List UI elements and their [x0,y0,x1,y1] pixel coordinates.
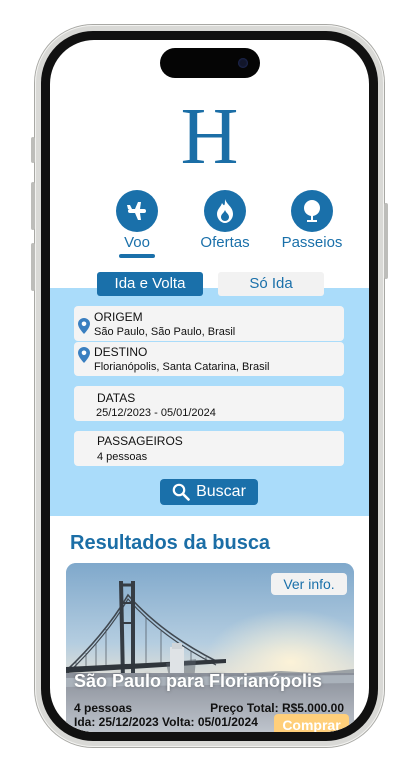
passengers-field[interactable]: PASSAGEIROS 4 pessoas [74,431,344,466]
nav-label-passeios: Passeios [281,234,343,251]
origin-label: ORIGEM [94,310,143,324]
result-dates: Ida: 25/12/2023 Volta: 05/01/2024 [74,715,258,729]
action-button [31,137,35,163]
dynamic-island [160,48,260,78]
nav-label-ofertas: Ofertas [200,234,250,251]
search-form: ORIGEM São Paulo, São Paulo, Brasil DEST… [50,288,369,516]
result-card[interactable]: Ver info. São Paulo para Florianópolis 4… [66,563,354,732]
category-nav: Voo Ofertas Passeios [50,190,369,270]
nav-label-voo: Voo [124,234,150,251]
dates-label: DATAS [97,391,136,405]
dates-value: 25/12/2023 - 05/01/2024 [96,407,216,419]
search-icon [172,483,190,501]
nav-item-passeios[interactable]: Passeios [272,190,352,251]
tree-icon [291,190,333,232]
result-card-title: São Paulo para Florianópolis [74,671,323,691]
nav-item-ofertas[interactable]: Ofertas [185,190,265,251]
phone-frame: H Voo Ofertas Passeios ORIGEM São Paulo,… [31,25,388,747]
round-trip-tab[interactable]: Ida e Volta [97,272,203,296]
location-pin-icon [78,318,90,334]
passengers-label: PASSAGEIROS [97,434,183,448]
volume-down-button [31,243,35,291]
one-way-tab[interactable]: Só Ida [218,272,324,296]
dates-field[interactable]: DATAS 25/12/2023 - 05/01/2024 [74,386,344,421]
result-passengers: 4 pessoas [74,701,133,715]
buy-button[interactable]: Comprar [274,714,349,732]
passengers-value: 4 pessoas [97,451,148,463]
trip-type-toggle: Ida e Volta Só Ida [50,272,369,296]
origin-value: São Paulo, São Paulo, Brasil [94,326,236,338]
location-pin-icon [78,347,90,363]
nav-item-voo[interactable]: Voo [97,190,177,258]
airplane-icon [116,190,158,232]
search-button-label: Buscar [196,483,246,500]
destination-label: DESTINO [94,345,148,359]
app-screen: H Voo Ofertas Passeios ORIGEM São Paulo,… [50,40,369,732]
camera-icon [238,58,248,68]
destination-field[interactable]: DESTINO Florianópolis, Santa Catarina, B… [74,342,344,376]
brand-logo: H [180,93,239,181]
origin-field[interactable]: ORIGEM São Paulo, São Paulo, Brasil [74,306,344,341]
flame-icon [204,190,246,232]
search-button[interactable]: Buscar [160,479,258,505]
results-title: Resultados da busca [70,532,271,554]
view-info-button[interactable]: Ver info. [271,573,347,595]
volume-up-button [31,182,35,230]
nav-active-indicator [119,254,155,258]
result-price: Preço Total: R$5.000.00 [210,701,344,715]
destination-value: Florianópolis, Santa Catarina, Brasil [94,361,270,373]
power-button [384,203,388,279]
